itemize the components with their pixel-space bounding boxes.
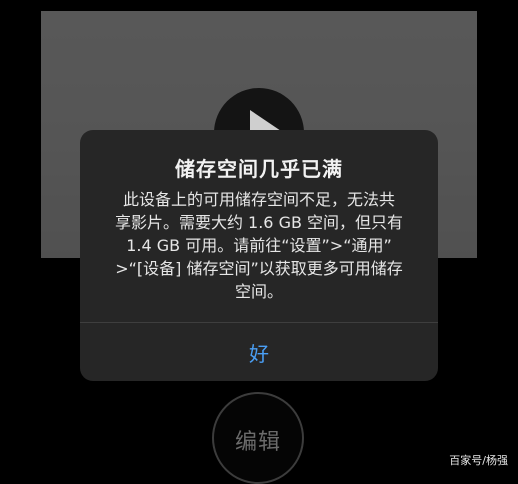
alert-message-line: 享影片。需要大约 1.6 GB 空间，但只有 bbox=[114, 213, 404, 232]
alert-message: 此设备上的可用储存空间不足，无法共 享影片。需要大约 1.6 GB 空间，但只有… bbox=[106, 188, 412, 303]
edit-label: 编辑 bbox=[234, 430, 281, 455]
alert-message-line: 此设备上的可用储存空间不足，无法共 bbox=[122, 190, 395, 209]
alert-title: 储存空间几乎已满 bbox=[175, 157, 343, 181]
edit-button[interactable]: 编辑 bbox=[212, 392, 304, 484]
share-screen: 编辑 储存空间几乎已满 此设备上的可用储存空间不足，无法共 享影片。需要大约 1… bbox=[0, 0, 518, 484]
alert-ok-button[interactable]: 好 bbox=[80, 323, 438, 381]
alert-message-line: 空间。 bbox=[234, 282, 283, 301]
alert-message-line: >“[设备] 储存空间”以获取更多可用储存 bbox=[115, 259, 403, 278]
alert-message-line: 1.4 GB 可用。请前往“设置”>“通用” bbox=[126, 236, 392, 255]
watermark: 百家号/杨强 bbox=[449, 454, 508, 467]
storage-full-alert: 储存空间几乎已满 此设备上的可用储存空间不足，无法共 享影片。需要大约 1.6 … bbox=[80, 130, 438, 381]
